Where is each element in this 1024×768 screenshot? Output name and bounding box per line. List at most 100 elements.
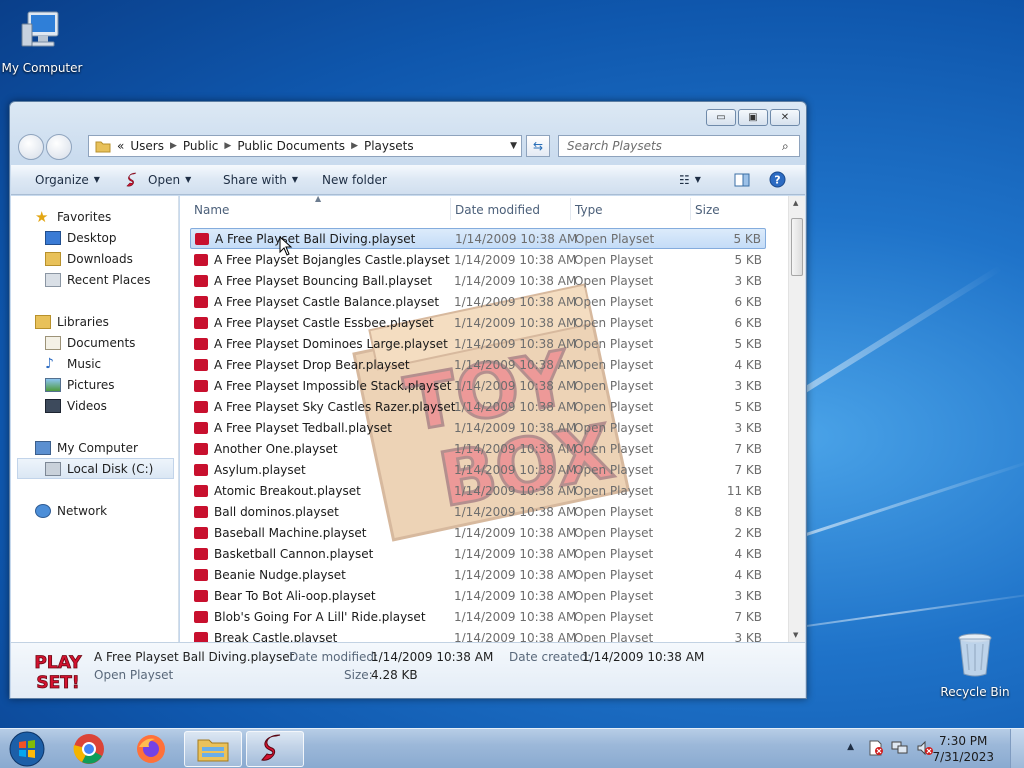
scroll-up-arrow-icon[interactable]: ▲ [793,199,798,207]
start-button[interactable] [2,731,52,767]
nav-recent-places[interactable]: Recent Places [45,269,178,290]
taskbar-playset-app[interactable] [246,731,304,767]
show-desktop-button[interactable] [1010,729,1024,768]
scroll-down-arrow-icon[interactable]: ▼ [793,631,798,639]
file-row[interactable]: A Free Playset Sky Castles Razer.playset… [190,396,766,417]
file-name: Atomic Breakout.playset [214,483,361,498]
file-date-modified: 1/14/2009 10:38 AM [454,378,577,393]
address-bar[interactable]: « Users ▶ Public ▶ Public Documents ▶ Pl… [88,135,522,157]
file-row[interactable]: Atomic Breakout.playset 1/14/2009 10:38 A… [190,480,766,501]
share-with-menu[interactable]: Share with ▼ [223,173,298,187]
chevron-right-icon[interactable]: ▶ [170,141,177,151]
taskbar-firefox[interactable] [122,731,180,767]
overflow-chevron[interactable]: « [117,139,124,153]
search-input[interactable]: Search Playsets [558,135,800,157]
file-row[interactable]: Baseball Machine.playset 1/14/2009 10:38 … [190,522,766,543]
volume-muted-icon[interactable] [916,740,934,759]
new-folder-button[interactable]: New folder [322,173,387,187]
vertical-scrollbar[interactable]: ▲ ▼ [788,196,805,642]
file-row[interactable]: Blob's Going For A Lill' Ride.playset 1/1… [190,606,766,627]
nav-documents[interactable]: Documents [45,332,178,353]
nav-favorites[interactable]: ★ Favorites [35,206,178,227]
details-file-type: Open Playset [94,668,174,682]
file-row[interactable]: Bear To Bot Ali-oop.playset 1/14/2009 10:… [190,585,766,606]
file-size: 3 KB [734,378,762,393]
action-center-icon[interactable] [868,740,884,759]
file-list: ▲ Name Date modified Type Size TOY BOX A… [180,196,805,642]
nav-desktop[interactable]: Desktop [45,227,178,248]
file-row[interactable]: A Free Playset Drop Bear.playset 1/14/200… [190,354,766,375]
nav-my-computer[interactable]: My Computer [35,437,178,458]
file-date-modified: 1/14/2009 10:38 AM [454,567,577,582]
nav-downloads[interactable]: Downloads [45,248,178,269]
file-date-modified: 1/14/2009 10:38 AM [454,525,577,540]
column-type[interactable]: Type [575,203,603,217]
file-row[interactable]: Break Castle.playset 1/14/2009 10:38 AM Op… [190,627,766,642]
desktop-icon-recycle-bin[interactable]: Recycle Bin [933,630,1017,699]
playset-app-icon [126,172,137,186]
file-row[interactable]: A Free Playset Bouncing Ball.playset 1/14… [190,270,766,291]
column-divider[interactable] [450,198,451,220]
breadcrumb-public-documents[interactable]: Public Documents [237,139,345,153]
taskbar-chrome[interactable] [60,731,118,767]
desktop-icon-my-computer[interactable]: My Computer [0,10,84,75]
scroll-thumb[interactable] [791,218,803,276]
file-row[interactable]: Another One.playset 1/14/2009 10:38 AM Ope… [190,438,766,459]
file-row[interactable]: A Free Playset Tedball.playset 1/14/2009 … [190,417,766,438]
file-row[interactable]: A Free Playset Dominoes Large.playset 1/1… [190,333,766,354]
file-row[interactable]: A Free Playset Impossible Stack.playset 1… [190,375,766,396]
breadcrumb-users[interactable]: Users [130,139,164,153]
details-date-created: 1/14/2009 10:38 AM [582,650,705,664]
network-tray-icon[interactable] [891,740,909,759]
show-hidden-icons-button[interactable]: ▲ [847,742,854,752]
file-row[interactable]: Ball dominos.playset 1/14/2009 10:38 AM Op… [190,501,766,522]
organize-menu[interactable]: Organize ▼ [35,173,100,187]
details-size: 4.28 KB [371,668,418,682]
nav-local-disk[interactable]: Local Disk (C:) [17,458,174,479]
nav-libraries[interactable]: Libraries [35,311,178,332]
view-options-button[interactable]: ☷ ▼ [679,173,701,187]
breadcrumb-public[interactable]: Public [183,139,219,153]
close-button[interactable]: ✕ [770,109,800,126]
nav-label: Libraries [57,314,109,329]
help-button[interactable]: ? [769,171,786,188]
forward-button[interactable] [46,134,72,160]
refresh-button[interactable]: ⇆ [526,135,550,157]
file-row[interactable]: A Free Playset Ball Diving.playset 1/14/2… [190,228,766,249]
maximize-button[interactable]: ▣ [738,109,768,126]
breadcrumb-playsets[interactable]: Playsets [364,139,414,153]
nav-network[interactable]: Network [35,500,178,521]
column-date-modified[interactable]: Date modified [455,203,540,217]
minimize-button[interactable]: ▭ [706,109,736,126]
taskbar-explorer[interactable] [184,731,242,767]
nav-pictures[interactable]: Pictures [45,374,178,395]
open-button[interactable]: Open ▼ [125,172,191,188]
chevron-right-icon[interactable]: ▶ [224,141,231,151]
chevron-down-icon: ▼ [694,175,701,184]
chevron-right-icon[interactable]: ▶ [351,141,358,151]
file-size: 8 KB [734,504,762,519]
file-row[interactable]: Beanie Nudge.playset 1/14/2009 10:38 AM Op… [190,564,766,585]
column-divider[interactable] [690,198,691,220]
file-size: 3 KB [734,420,762,435]
back-button[interactable] [18,134,44,160]
network-icon [35,503,51,518]
playset-app-icon [261,734,281,761]
file-row[interactable]: A Free Playset Castle Essbee.playset 1/14… [190,312,766,333]
nav-videos[interactable]: Videos [45,395,178,416]
chevron-down-icon[interactable]: ▼ [510,141,517,151]
column-name[interactable]: Name [194,203,229,217]
file-row[interactable]: Asylum.playset 1/14/2009 10:38 AM Open Pla… [190,459,766,480]
column-size[interactable]: Size [695,203,720,217]
details-date-modified-label: Date modified: [289,650,379,664]
recycle-bin-icon [958,633,992,677]
nav-music[interactable]: ♪ Music [45,353,178,374]
system-clock[interactable]: 7:30 PM 7/31/2023 [932,733,994,765]
file-row[interactable]: Basketball Cannon.playset 1/14/2009 10:38… [190,543,766,564]
column-divider[interactable] [570,198,571,220]
preview-pane-button[interactable] [734,173,750,187]
file-row[interactable]: A Free Playset Castle Balance.playset 1/1… [190,291,766,312]
nav-label: Recent Places [67,272,151,287]
file-row[interactable]: A Free Playset Bojangles Castle.playset 1… [190,249,766,270]
search-icon[interactable]: ⌕ [782,139,789,154]
